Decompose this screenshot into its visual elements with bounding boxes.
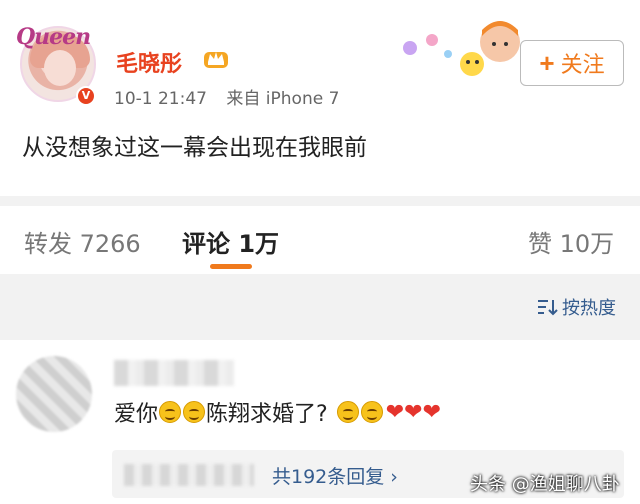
- plus-icon: +: [539, 48, 555, 78]
- smile-emoji-icon: [336, 401, 359, 423]
- avatar-logo-text: Queen: [16, 24, 91, 50]
- verified-badge-icon: V: [76, 86, 96, 106]
- commenter-name-blurred[interactable]: [114, 360, 234, 386]
- follow-label: 关注: [560, 52, 605, 77]
- reply-count-link[interactable]: 共192条回复 ›: [272, 462, 398, 489]
- heart-emoji-icons: ❤❤❤: [385, 399, 442, 425]
- smile-emoji-icon: [360, 401, 383, 423]
- tab-comments[interactable]: 评论 1万: [182, 224, 279, 259]
- post-time: 10-1 21:47: [114, 89, 207, 109]
- follow-button[interactable]: + 关注: [520, 40, 624, 86]
- sort-icon: [538, 300, 558, 316]
- sort-by-hot-button[interactable]: 按热度: [536, 294, 616, 320]
- post-tabs: 转发 7266 评论 1万 赞 10万: [0, 206, 640, 274]
- username[interactable]: 毛晓彤: [116, 46, 182, 78]
- active-tab-indicator: [210, 264, 252, 269]
- decorative-stickers-icon: [403, 21, 520, 76]
- tab-likes[interactable]: 赞 10万: [528, 224, 614, 259]
- tab-repost[interactable]: 转发 7266: [24, 224, 141, 259]
- commenter-avatar[interactable]: [16, 356, 92, 432]
- post-meta: 10-1 21:47 来自 iPhone 7: [114, 84, 353, 109]
- comment-text-part-2: 陈翔求婚了?: [206, 402, 328, 427]
- sort-label: 按热度: [562, 298, 616, 319]
- comment-text: 爱你 陈翔求婚了? ❤❤❤: [114, 396, 441, 428]
- smile-emoji-icon: [183, 401, 206, 423]
- post-content: 从没想象过这一幕会出现在我眼前: [22, 135, 367, 161]
- reply-preview-blurred: [124, 464, 254, 486]
- watermark: 头条 @渔姐聊八卦: [470, 474, 620, 495]
- comment-text-part-1: 爱你: [114, 402, 159, 427]
- sort-bar: 按热度: [0, 274, 640, 334]
- post-card: Queen V 毛晓彤 10-1 21:47 来自 iPhone 7 + 关注 …: [0, 0, 640, 196]
- crown-icon: [204, 52, 228, 68]
- post-source: 来自 iPhone 7: [226, 89, 340, 109]
- avatar-face: [44, 50, 76, 86]
- smile-emoji-icon: [159, 401, 182, 423]
